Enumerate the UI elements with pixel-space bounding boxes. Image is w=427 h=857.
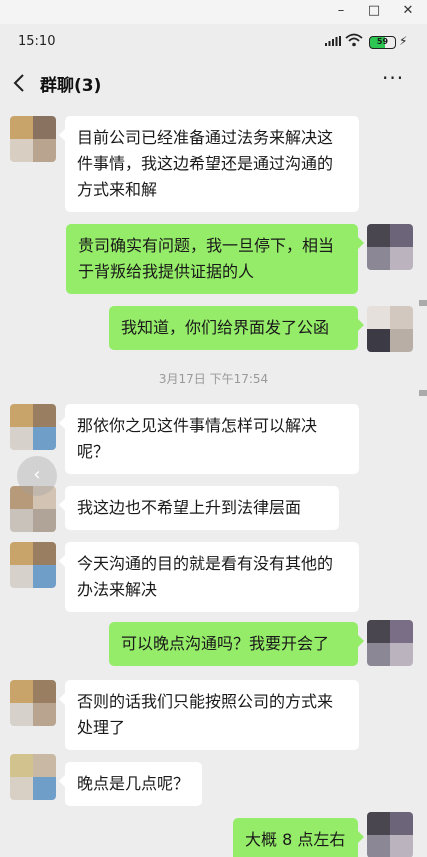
charging-icon: ⚡ <box>399 34 408 48</box>
chat-title: 群聊(3) <box>40 76 102 96</box>
message-bubble[interactable]: 晚点是几点呢？ <box>59 762 202 806</box>
message-timestamp: 3月17日 下午17:54 <box>158 372 269 386</box>
edge-mark <box>419 390 427 396</box>
avatar[interactable] <box>367 620 413 666</box>
avatar[interactable] <box>367 224 413 270</box>
avatar[interactable] <box>10 404 56 450</box>
message-bubble[interactable]: 贵司确实有问题，我一旦停下，相当于背叛给我提供证据的人 <box>66 224 364 294</box>
status-bar: 15:10 59 ⚡ <box>0 24 427 60</box>
status-time: 15:10 <box>18 34 56 49</box>
floating-back-button[interactable]: ‹ <box>17 456 57 496</box>
message-bubble[interactable]: 目前公司已经准备通过法务来解决这件事情，我这边希望还是通过沟通的方式来和解 <box>59 116 359 212</box>
message-bubble[interactable]: 大概 8 点左右 <box>233 818 364 857</box>
avatar[interactable] <box>10 754 56 800</box>
avatar[interactable] <box>367 306 413 352</box>
message-bubble[interactable]: 我知道，你们给界面发了公函 <box>109 306 364 350</box>
maximize-button[interactable]: □ <box>364 3 384 18</box>
close-button[interactable]: ✕ <box>398 3 418 18</box>
avatar[interactable] <box>10 680 56 726</box>
message-bubble[interactable]: 那依你之见这件事情怎样可以解决呢？ <box>59 404 359 474</box>
avatar[interactable] <box>10 542 56 588</box>
avatar[interactable] <box>367 812 413 857</box>
more-options-icon[interactable]: ··· <box>382 66 404 90</box>
back-arrow-icon[interactable] <box>10 70 30 96</box>
message-bubble[interactable]: 否则的话我们只能按照公司的方式来处理了 <box>59 680 359 750</box>
avatar[interactable] <box>10 116 56 162</box>
signal-icon <box>325 36 341 46</box>
wifi-icon <box>345 33 363 47</box>
window-title-bar: – □ ✕ <box>0 0 427 24</box>
edge-mark <box>419 300 427 306</box>
battery-icon: 59 <box>369 36 396 49</box>
message-bubble[interactable]: 我这边也不希望上升到法律层面 <box>59 486 339 530</box>
message-bubble[interactable]: 今天沟通的目的就是看有没有其他的办法来解决 <box>59 542 359 612</box>
minimize-button[interactable]: – <box>331 3 351 18</box>
message-bubble[interactable]: 可以晚点沟通吗？我要开会了 <box>109 622 364 666</box>
message-list[interactable]: 目前公司已经准备通过法务来解决这件事情，我这边希望还是通过沟通的方式来和解 贵司… <box>0 106 427 857</box>
chat-header: 群聊(3) ··· <box>0 60 427 106</box>
